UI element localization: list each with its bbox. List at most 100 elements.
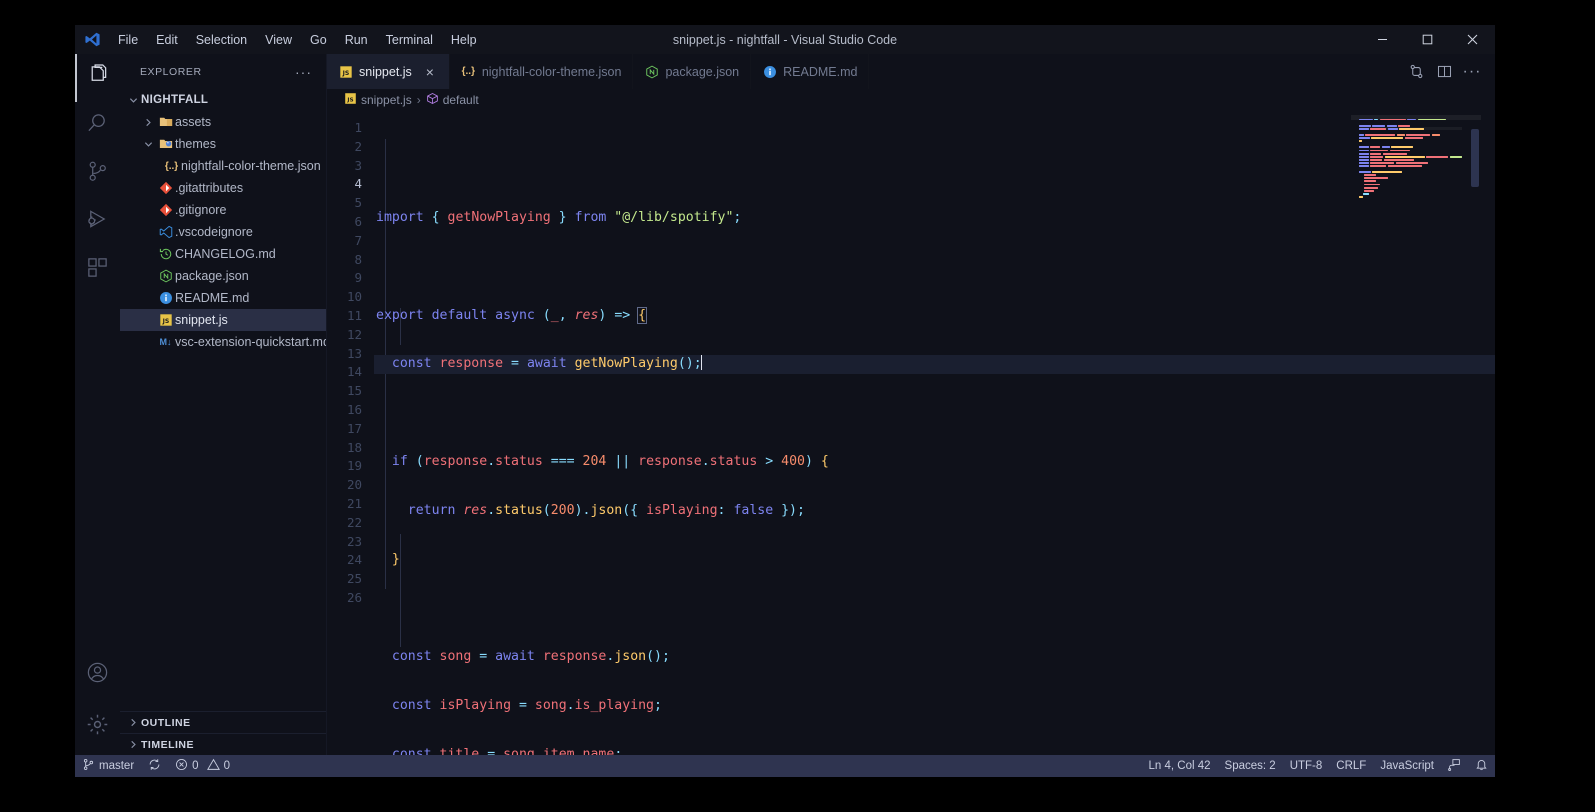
tree-item-themes[interactable]: themes bbox=[120, 133, 326, 155]
activity-item-accounts[interactable] bbox=[75, 651, 120, 699]
workbench-body: EXPLORER ··· NIGHTFALL assets themes {..… bbox=[75, 54, 1495, 755]
tree-item-nightfall-color-theme-json[interactable]: {..} nightfall-color-theme.json bbox=[120, 155, 326, 177]
activity-bar bbox=[75, 54, 120, 755]
search-icon bbox=[86, 112, 109, 140]
activity-item-explorer[interactable] bbox=[75, 54, 120, 102]
gear-icon bbox=[86, 713, 109, 741]
tree-item-readme-md[interactable]: README.md bbox=[120, 287, 326, 309]
files-icon bbox=[86, 64, 109, 92]
code-line-8: } bbox=[391, 551, 400, 567]
close-button[interactable] bbox=[1450, 25, 1495, 54]
menu-selection[interactable]: Selection bbox=[187, 29, 256, 51]
line-number: 5 bbox=[354, 195, 362, 211]
status-language-mode[interactable]: JavaScript bbox=[1373, 755, 1441, 777]
menu-help[interactable]: Help bbox=[442, 29, 486, 51]
sidebar-section-timeline[interactable]: TIMELINE bbox=[120, 733, 326, 755]
breadcrumb-item-file[interactable]: JS snippet.js bbox=[344, 92, 412, 108]
tab-readme-md[interactable]: README.md bbox=[751, 54, 870, 89]
tree-item-assets[interactable]: assets bbox=[120, 111, 326, 133]
account-icon bbox=[86, 661, 109, 689]
tab-label: package.json bbox=[665, 64, 740, 79]
status-notifications[interactable] bbox=[1468, 755, 1495, 777]
tree-item-vsc-extension-quickstart-md[interactable]: M↓ vsc-extension-quickstart.md bbox=[120, 331, 327, 353]
tab-close-icon[interactable]: × bbox=[422, 65, 438, 79]
tree-item-gitignore[interactable]: .gitignore bbox=[120, 199, 326, 221]
tab-label: nightfall-color-theme.json bbox=[481, 64, 622, 79]
status-problems[interactable]: 0 0 bbox=[168, 755, 237, 777]
line-number: 25 bbox=[346, 571, 362, 587]
activity-item-search[interactable] bbox=[75, 102, 120, 150]
menu-file[interactable]: File bbox=[109, 29, 147, 51]
npm-icon bbox=[156, 269, 175, 283]
line-number: 13 bbox=[346, 345, 362, 361]
tab-snippet-js[interactable]: JS snippet.js × bbox=[327, 54, 450, 89]
tree-item-label: assets bbox=[175, 115, 212, 129]
tree-item-label: package.json bbox=[175, 269, 249, 283]
tree-root-folder[interactable]: NIGHTFALL bbox=[120, 89, 326, 111]
sidebar-section-label: OUTLINE bbox=[141, 716, 191, 729]
line-number: 24 bbox=[346, 552, 362, 568]
status-sync-changes[interactable] bbox=[141, 755, 168, 777]
menu-terminal[interactable]: Terminal bbox=[377, 29, 442, 51]
tree-item-package-json[interactable]: package.json bbox=[120, 265, 326, 287]
code-content[interactable]: import { getNowPlaying } from "@/lib/spo… bbox=[374, 111, 1495, 755]
breadcrumb-item-symbol[interactable]: default bbox=[426, 92, 479, 108]
tree-item-snippet-js[interactable]: JS snippet.js bbox=[120, 309, 326, 331]
extensions-icon bbox=[86, 256, 109, 284]
tab-package-json[interactable]: package.json bbox=[633, 54, 752, 89]
text-cursor bbox=[700, 355, 703, 371]
chevron-right-icon bbox=[126, 740, 141, 749]
line-number: 10 bbox=[346, 289, 362, 305]
svg-text:JS: JS bbox=[161, 318, 169, 325]
split-editor-icon[interactable] bbox=[1431, 59, 1457, 85]
breadcrumb: JS snippet.js › default bbox=[327, 89, 1495, 111]
vscode-icon bbox=[156, 225, 175, 239]
maximize-button[interactable] bbox=[1405, 25, 1450, 54]
editor-tab-bar: JS snippet.js × {..} nightfall-color-the… bbox=[327, 54, 1495, 89]
sidebar-title: EXPLORER bbox=[140, 65, 202, 78]
sidebar-section-label: TIMELINE bbox=[141, 738, 194, 751]
source-control-icon bbox=[82, 758, 95, 774]
folder-open-icon bbox=[156, 137, 175, 151]
status-indentation[interactable]: Spaces: 2 bbox=[1218, 755, 1283, 777]
source-control-icon bbox=[86, 160, 109, 188]
branch-compare-icon[interactable] bbox=[1403, 59, 1429, 85]
file-tree[interactable]: NIGHTFALL assets themes {..} nightfall-c… bbox=[120, 89, 326, 711]
status-cursor-position[interactable]: Ln 4, Col 42 bbox=[1142, 755, 1218, 777]
activity-item-settings[interactable] bbox=[75, 699, 120, 755]
activity-item-source-control[interactable] bbox=[75, 150, 120, 198]
menu-view[interactable]: View bbox=[256, 29, 301, 51]
sidebar-more-actions[interactable]: ··· bbox=[287, 64, 320, 80]
chevron-right-icon bbox=[126, 718, 141, 727]
js-icon: JS bbox=[338, 64, 353, 79]
tree-item-vscodeignore[interactable]: .vscodeignore bbox=[120, 221, 326, 243]
sidebar-section-outline[interactable]: OUTLINE bbox=[120, 711, 326, 733]
menu-run[interactable]: Run bbox=[336, 29, 377, 51]
tab-nightfall-color-theme-json[interactable]: {..} nightfall-color-theme.json bbox=[450, 54, 634, 89]
line-number: 2 bbox=[354, 138, 362, 154]
line-number: 6 bbox=[354, 213, 362, 229]
tree-item-gitattributes[interactable]: .gitattributes bbox=[120, 177, 326, 199]
json-icon: {..} bbox=[164, 160, 179, 172]
menu-bar: File Edit Selection View Go Run Terminal… bbox=[109, 29, 486, 51]
activity-item-run-debug[interactable] bbox=[75, 198, 120, 246]
tree-item-changelog-md[interactable]: CHANGELOG.md bbox=[120, 243, 326, 265]
bell-icon bbox=[1475, 758, 1488, 774]
minimize-button[interactable] bbox=[1360, 25, 1405, 54]
status-encoding[interactable]: UTF-8 bbox=[1283, 755, 1330, 777]
status-remote-indicator[interactable] bbox=[1441, 755, 1468, 777]
tree-item-label: .vscodeignore bbox=[175, 225, 253, 239]
activity-item-extensions[interactable] bbox=[75, 246, 120, 294]
chevron-right-icon bbox=[141, 118, 156, 127]
ellipsis-icon[interactable]: ··· bbox=[1459, 59, 1485, 85]
code-line-4-current: const response = await getNowPlaying(); bbox=[374, 355, 1495, 375]
status-git-branch[interactable]: master bbox=[75, 755, 141, 777]
run-debug-icon bbox=[86, 208, 109, 236]
code-editor[interactable]: 1 2 3 4 5 6 7 8 9 10 11 12 13 14 15 16 1 bbox=[327, 111, 1495, 755]
menu-edit[interactable]: Edit bbox=[147, 29, 187, 51]
line-number: 17 bbox=[346, 420, 362, 436]
status-eol[interactable]: CRLF bbox=[1329, 755, 1373, 777]
info-icon bbox=[762, 64, 777, 79]
menu-go[interactable]: Go bbox=[301, 29, 336, 51]
